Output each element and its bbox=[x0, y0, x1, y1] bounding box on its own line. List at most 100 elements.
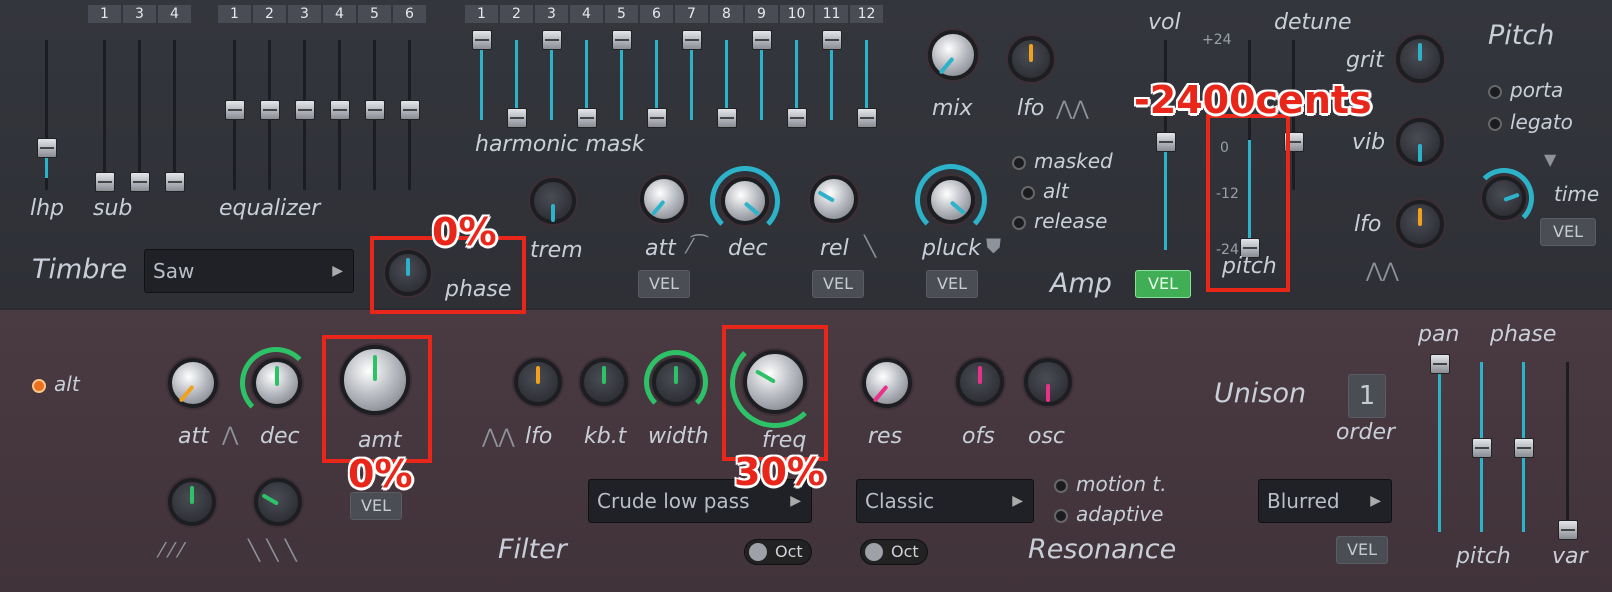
width-knob[interactable] bbox=[652, 358, 700, 406]
phase-annotation: 0% bbox=[432, 210, 497, 254]
adaptive-option[interactable]: adaptive bbox=[1054, 502, 1163, 526]
unison-mode-select[interactable]: Blurred ▶ bbox=[1258, 479, 1392, 523]
pitch-lfo-knob[interactable] bbox=[1396, 200, 1444, 248]
amp-att-knob[interactable] bbox=[640, 175, 688, 223]
eq-handle-5[interactable] bbox=[365, 100, 385, 120]
masked-label: masked bbox=[1034, 149, 1113, 173]
mask-handle-12[interactable] bbox=[857, 108, 877, 128]
porta-option[interactable]: porta bbox=[1488, 78, 1563, 102]
amp-rel-knob[interactable] bbox=[810, 175, 858, 223]
adaptive-radio[interactable] bbox=[1054, 508, 1068, 523]
grit-label: grit bbox=[1346, 48, 1384, 73]
mask-handle-1[interactable] bbox=[472, 30, 492, 50]
filter-lfo-knob[interactable] bbox=[514, 358, 562, 406]
equalizer-label: equalizer bbox=[219, 196, 321, 221]
motion-radio[interactable] bbox=[1054, 478, 1068, 493]
alt-option[interactable]: alt bbox=[1021, 179, 1069, 203]
filter-oct-toggle[interactable]: Oct bbox=[744, 539, 812, 565]
mask-num-11: 11 bbox=[815, 5, 848, 23]
time-vel-button[interactable]: VEL bbox=[1540, 218, 1596, 246]
lhp-handle[interactable] bbox=[37, 138, 57, 158]
eq-handle-3[interactable] bbox=[295, 100, 315, 120]
legato-label: legato bbox=[1510, 110, 1573, 134]
alt-radio[interactable] bbox=[1021, 185, 1035, 200]
resonance-oct-switch[interactable] bbox=[865, 543, 883, 561]
unison-vel-button[interactable]: VEL bbox=[1336, 536, 1388, 564]
att-curve-knob[interactable] bbox=[168, 478, 216, 526]
osc-knob[interactable] bbox=[1024, 358, 1072, 406]
kbt-knob[interactable] bbox=[580, 358, 628, 406]
eq-handle-4[interactable] bbox=[330, 100, 350, 120]
vol-handle[interactable] bbox=[1156, 132, 1176, 152]
eq-handle-6[interactable] bbox=[400, 100, 420, 120]
adaptive-label: adaptive bbox=[1076, 502, 1164, 526]
legato-option[interactable]: legato bbox=[1488, 110, 1573, 134]
mask-handle-7[interactable] bbox=[682, 30, 702, 50]
legato-radio[interactable] bbox=[1488, 116, 1502, 131]
mask-handle-4[interactable] bbox=[577, 108, 597, 128]
order-label: order bbox=[1336, 420, 1396, 445]
trem-knob[interactable] bbox=[530, 178, 576, 224]
mask-track-11 bbox=[830, 40, 833, 120]
pluck-vel-button[interactable]: VEL bbox=[926, 270, 978, 298]
resonance-type-value: Classic bbox=[865, 489, 935, 513]
masked-radio[interactable] bbox=[1012, 155, 1026, 170]
grit-knob[interactable] bbox=[1396, 35, 1444, 83]
pitch-lfo-wave-icon: ⋀⋀ bbox=[1366, 258, 1399, 282]
motion-option[interactable]: motion t. bbox=[1054, 472, 1167, 496]
var-handle[interactable] bbox=[1558, 520, 1578, 540]
res-knob[interactable] bbox=[862, 358, 912, 408]
sub-handle-1[interactable] bbox=[95, 172, 115, 192]
timbre-lfo-knob[interactable] bbox=[1008, 36, 1054, 82]
filter-alt-option[interactable]: alt bbox=[32, 372, 80, 396]
resonance-type-select[interactable]: Classic ▶ bbox=[856, 479, 1034, 523]
porta-radio[interactable] bbox=[1488, 84, 1502, 99]
vib-knob[interactable] bbox=[1396, 118, 1444, 166]
motion-label: motion t. bbox=[1076, 472, 1167, 496]
chevron-right-icon: ▶ bbox=[1012, 493, 1023, 509]
filter-alt-radio[interactable] bbox=[32, 378, 46, 393]
sub-num-3: 3 bbox=[123, 5, 156, 23]
order-value[interactable]: 1 bbox=[1348, 374, 1386, 418]
sub-handle-4[interactable] bbox=[165, 172, 185, 192]
release-label: release bbox=[1034, 209, 1108, 233]
resonance-oct-toggle[interactable]: Oct bbox=[860, 539, 928, 565]
waveform-select[interactable]: Saw ▶ bbox=[144, 249, 354, 293]
mask-handle-8[interactable] bbox=[717, 108, 737, 128]
pan-handle[interactable] bbox=[1430, 354, 1450, 374]
unison-pitch-handle[interactable] bbox=[1472, 438, 1492, 458]
mask-num-2: 2 bbox=[500, 5, 533, 23]
pluck-label: pluck bbox=[922, 236, 981, 261]
unison-pitch-label: pitch bbox=[1456, 544, 1511, 569]
filter-oct-switch[interactable] bbox=[749, 543, 767, 561]
release-option[interactable]: release bbox=[1012, 209, 1107, 233]
eq-handle-1[interactable] bbox=[225, 100, 245, 120]
amp-att-vel-button[interactable]: VEL bbox=[638, 270, 690, 298]
amt-vel-button[interactable]: VEL bbox=[350, 492, 402, 520]
mask-handle-10[interactable] bbox=[787, 108, 807, 128]
dec-curve-knob[interactable] bbox=[254, 478, 302, 526]
sub-handle-3[interactable] bbox=[130, 172, 150, 192]
ofs-knob[interactable] bbox=[956, 358, 1004, 406]
pluck-knob[interactable] bbox=[927, 176, 975, 224]
mask-handle-2[interactable] bbox=[507, 108, 527, 128]
mask-handle-3[interactable] bbox=[542, 30, 562, 50]
unison-phase-handle[interactable] bbox=[1514, 438, 1534, 458]
filter-dec-knob[interactable] bbox=[252, 358, 302, 408]
amp-vel-button[interactable]: VEL bbox=[1135, 270, 1191, 298]
chevron-right-icon: ▶ bbox=[1370, 493, 1381, 509]
eq-handle-2[interactable] bbox=[260, 100, 280, 120]
mask-handle-9[interactable] bbox=[752, 30, 772, 50]
mask-handle-5[interactable] bbox=[612, 30, 632, 50]
mask-handle-11[interactable] bbox=[822, 30, 842, 50]
mix-knob[interactable] bbox=[928, 30, 978, 80]
filter-dec-label: dec bbox=[260, 424, 300, 449]
release-radio[interactable] bbox=[1012, 215, 1026, 230]
amp-dec-knob[interactable] bbox=[721, 177, 769, 225]
filter-att-knob[interactable] bbox=[168, 358, 218, 408]
masked-option[interactable]: masked bbox=[1012, 149, 1113, 173]
time-knob[interactable] bbox=[1482, 176, 1526, 220]
mask-handle-6[interactable] bbox=[647, 108, 667, 128]
amp-rel-vel-button[interactable]: VEL bbox=[812, 270, 864, 298]
chevron-right-icon: ▶ bbox=[332, 263, 343, 279]
